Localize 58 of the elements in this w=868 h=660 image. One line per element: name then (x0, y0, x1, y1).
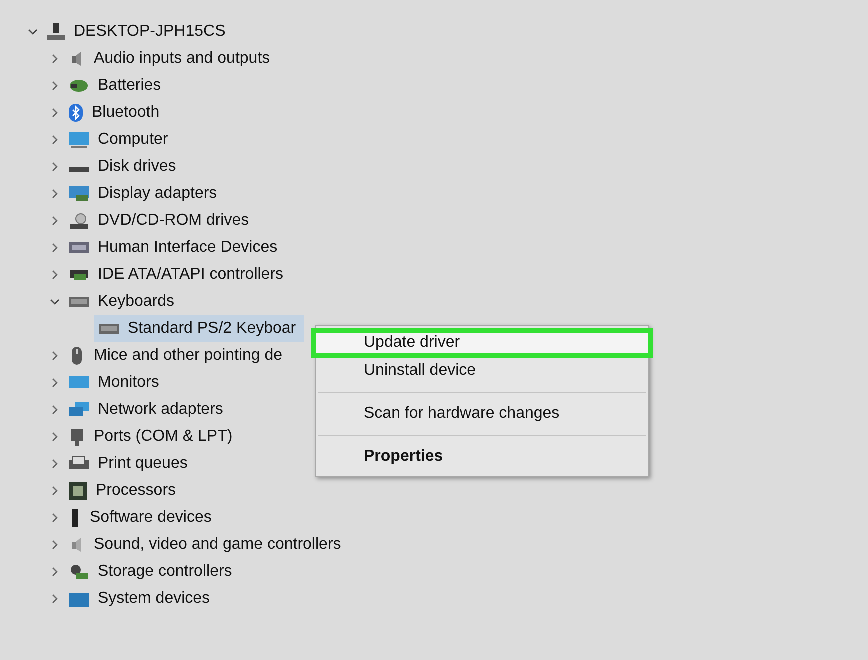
expand-chevron-icon[interactable] (50, 512, 60, 522)
expand-chevron-icon[interactable] (50, 350, 60, 360)
tree-item[interactable]: Human Interface Devices (98, 236, 278, 260)
expand-chevron-icon[interactable] (50, 134, 60, 144)
expand-chevron-icon[interactable] (50, 458, 60, 468)
expand-chevron-icon[interactable] (50, 378, 60, 388)
tree-item[interactable]: Ports (COM & LPT) (94, 424, 233, 448)
tree-item[interactable]: DESKTOP-JPH15CS (74, 20, 226, 44)
storage-icon (68, 562, 90, 580)
menu-item[interactable]: Scan for hardware changes (316, 399, 648, 429)
expand-chevron-icon[interactable] (50, 108, 60, 118)
expand-chevron-icon[interactable] (50, 404, 60, 414)
expand-chevron-icon[interactable] (50, 594, 60, 604)
tree-item[interactable]: Network adapters (98, 398, 224, 422)
tree-item[interactable]: Computer (98, 128, 168, 152)
menu-item[interactable]: Properties (316, 442, 648, 472)
expand-chevron-icon[interactable] (50, 216, 60, 226)
expand-chevron-icon[interactable] (50, 486, 60, 496)
expand-chevron-icon[interactable] (50, 188, 60, 198)
menu-item[interactable]: Update driver (311, 328, 653, 358)
tree-item[interactable]: Disk drives (98, 154, 176, 178)
expand-chevron-icon[interactable] (50, 432, 60, 442)
tree-item[interactable]: Keyboards (98, 290, 174, 314)
expand-chevron-icon[interactable] (50, 162, 60, 172)
expand-chevron-icon[interactable] (50, 242, 60, 252)
expand-chevron-icon[interactable] (50, 54, 60, 64)
port-icon (68, 426, 86, 446)
tree-item[interactable]: Bluetooth (92, 100, 160, 124)
tree-item[interactable]: Standard PS/2 Keyboar (94, 315, 304, 342)
collapse-chevron-icon[interactable] (50, 296, 60, 306)
monitor-icon (68, 130, 90, 148)
tree-item[interactable]: Mice and other pointing de (94, 344, 283, 368)
disc-drive-icon (68, 212, 90, 230)
tree-item[interactable]: Storage controllers (98, 560, 232, 584)
tree-item[interactable]: Audio inputs and outputs (94, 46, 270, 70)
computer-icon (46, 22, 66, 42)
tree-item[interactable]: Display adapters (98, 182, 218, 206)
tree-item[interactable]: Monitors (98, 370, 160, 394)
tree-item[interactable]: Processors (96, 478, 176, 502)
collapse-chevron-icon[interactable] (28, 26, 38, 36)
tree-item[interactable]: Software devices (90, 506, 212, 530)
chip-icon (68, 480, 88, 500)
display-adapter-icon (68, 184, 90, 202)
expand-chevron-icon[interactable] (50, 80, 60, 90)
expand-chevron-icon[interactable] (50, 270, 60, 280)
expand-chevron-icon[interactable] (50, 566, 60, 576)
tree-item[interactable]: Batteries (98, 74, 162, 98)
tree-item[interactable]: System devices (98, 586, 210, 610)
bluetooth-icon (68, 102, 84, 122)
tree-item[interactable]: Sound, video and game controllers (94, 532, 342, 556)
tree-item[interactable]: Print queues (98, 452, 188, 476)
keyboard-icon (98, 322, 120, 336)
network-icon (68, 400, 90, 418)
tree-item[interactable]: IDE ATA/ATAPI controllers (98, 262, 284, 286)
tree-item[interactable]: DVD/CD-ROM drives (98, 208, 250, 232)
drive-icon (68, 166, 90, 172)
expand-chevron-icon[interactable] (50, 540, 60, 550)
menu-item[interactable]: Uninstall device (316, 356, 648, 386)
